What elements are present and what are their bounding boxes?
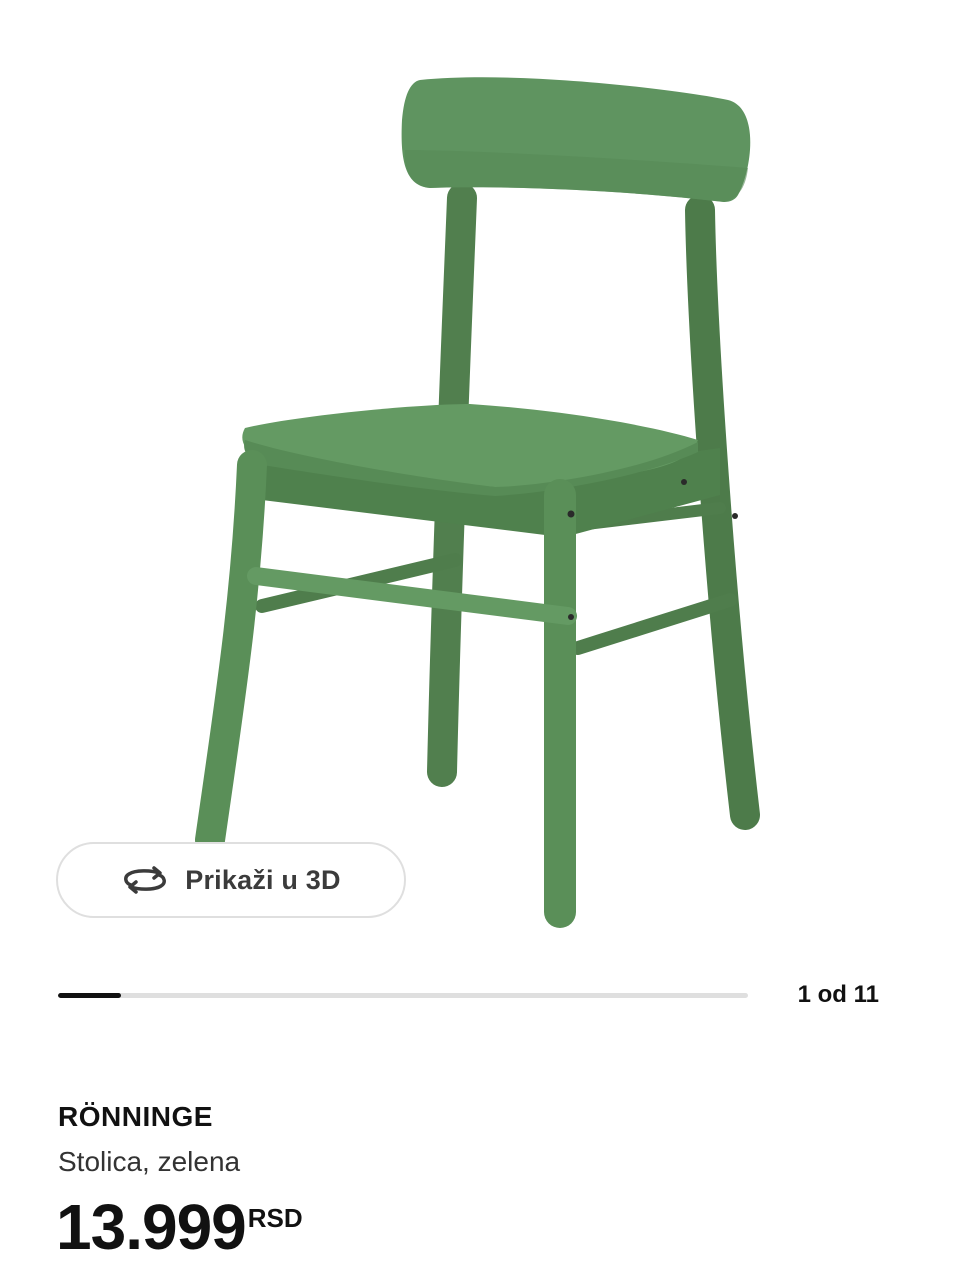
- view-in-3d-button[interactable]: Prikaži u 3D: [56, 842, 406, 918]
- view-in-3d-label: Prikaži u 3D: [185, 864, 341, 895]
- gallery-progress-fill: [58, 993, 121, 998]
- product-price: 13.999 RSD: [56, 1195, 303, 1259]
- gallery-counter: 1 od 11: [797, 981, 879, 1008]
- product-gallery[interactable]: Prikaži u 3D: [0, 0, 957, 960]
- rotate-3d-icon: [124, 866, 167, 894]
- product-name: RÖNNINGE: [58, 1101, 213, 1132]
- product-description: Stolica, zelena: [58, 1146, 241, 1177]
- gallery-progress-bar: [58, 993, 748, 998]
- price-currency: RSD: [247, 1203, 303, 1233]
- product-image[interactable]: [180, 60, 780, 940]
- price-value: 13.999: [56, 1191, 247, 1263]
